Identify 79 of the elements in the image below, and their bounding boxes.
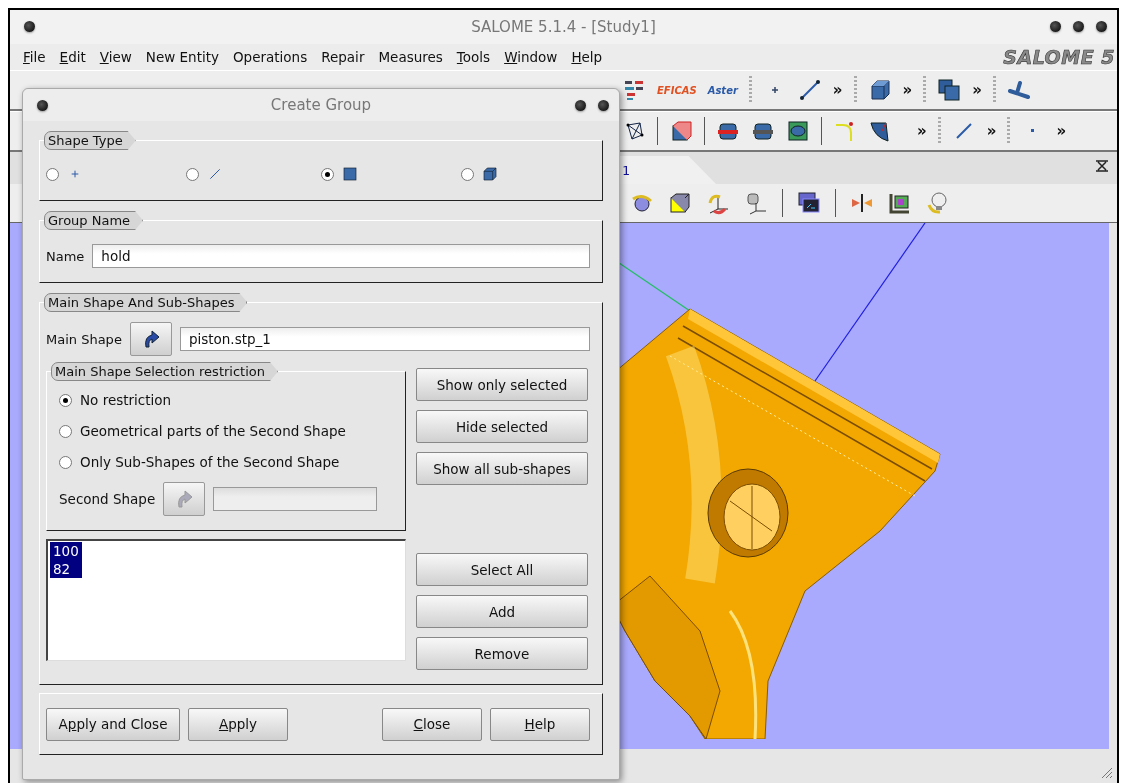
minimize-button[interactable] (1050, 21, 1061, 32)
overflow-button[interactable]: » (986, 122, 997, 140)
menu-item[interactable]: View (92, 49, 139, 65)
close-button[interactable] (1096, 21, 1107, 32)
view-button[interactable]: Show all sub-shapes (416, 452, 588, 485)
windows-icon[interactable] (797, 191, 821, 215)
name-label: Name (46, 248, 85, 264)
resize-grip-icon[interactable] (1099, 765, 1113, 779)
overflow-button[interactable]: » (972, 81, 982, 99)
mirror-icon[interactable] (850, 191, 874, 215)
dialog-title: Create Group (270, 96, 372, 114)
menu-item[interactable]: Edit (52, 49, 93, 65)
list-button[interactable]: Select All (416, 553, 588, 586)
dialog-button[interactable]: Apply (188, 707, 288, 741)
tree-icon[interactable] (622, 78, 646, 102)
dialog-button[interactable]: Help (490, 707, 590, 741)
radio-button[interactable] (186, 167, 199, 181)
name-field[interactable]: hold (92, 244, 590, 268)
menu-item[interactable]: Operations (226, 49, 315, 65)
main-shape-label: Main Shape (46, 331, 122, 347)
close-icon[interactable] (1095, 160, 1109, 172)
main-shape-field[interactable]: piston.stp_1 (179, 327, 590, 351)
list-item[interactable]: 82 (50, 560, 82, 578)
line-icon[interactable] (797, 78, 822, 102)
dialog-button[interactable]: Apply and Close (46, 707, 180, 741)
option-label: No restriction (80, 392, 172, 408)
menu-item[interactable]: Repair (314, 49, 372, 65)
group-box-title: Shape Type (44, 131, 136, 150)
square-icon[interactable] (342, 166, 358, 182)
cube-icon[interactable] (482, 166, 498, 182)
overflow-button[interactable]: » (1056, 122, 1067, 140)
group-box-title: Group Name (44, 211, 144, 230)
cubes-icon[interactable] (937, 78, 962, 102)
menu-item[interactable]: Tools (449, 49, 498, 65)
list-button[interactable]: Add (416, 595, 588, 628)
window-title: SALOME 5.1.4 - [Study1] (471, 18, 656, 36)
scale-box-icon[interactable] (888, 191, 912, 215)
pipe-icon[interactable] (1006, 78, 1031, 102)
option-label: Geometrical parts of the Second Shape (80, 423, 346, 439)
line-icon[interactable] (207, 166, 223, 182)
group-box-title: Main Shape And Sub-Shapes (44, 293, 248, 312)
group-box-title: Main Shape Selection restriction (51, 362, 278, 381)
menu-item[interactable]: File (16, 49, 53, 65)
menu-item[interactable]: New Entity (138, 49, 226, 65)
box-frame-icon[interactable] (669, 119, 693, 143)
selection-button[interactable] (129, 322, 172, 356)
view-button[interactable]: Hide selected (416, 410, 588, 443)
overflow-button[interactable]: » (917, 122, 927, 140)
window-menu-icon[interactable] (24, 21, 35, 32)
radio-button[interactable] (59, 393, 72, 407)
aster-label[interactable]: Aster (707, 84, 738, 96)
arrow-icon (175, 489, 194, 509)
view-box-icon[interactable] (668, 191, 692, 215)
logo: SALOME 5 (1003, 46, 1115, 68)
list-button[interactable]: Remove (416, 637, 588, 670)
radio-button[interactable] (59, 424, 72, 438)
maximize-button[interactable] (1073, 21, 1084, 32)
close-button[interactable] (598, 100, 609, 111)
camera-axes-icon[interactable] (744, 191, 768, 215)
overflow-button[interactable]: » (832, 81, 843, 99)
menu-item[interactable]: Window (497, 49, 565, 65)
view-button[interactable]: Show only selected (416, 368, 588, 401)
dialog-button[interactable]: Close (382, 707, 482, 741)
radio-button[interactable] (321, 167, 334, 181)
chamfer-icon[interactable] (868, 119, 892, 143)
bulb-icon[interactable] (926, 191, 950, 215)
menu-item[interactable]: Measures (371, 49, 450, 65)
radio-button[interactable] (59, 455, 72, 469)
radio-button[interactable] (46, 167, 59, 181)
id-list[interactable]: 100 82 (46, 539, 406, 661)
window-menu-icon[interactable] (37, 100, 48, 111)
list-item[interactable]: 100 (50, 542, 82, 560)
minimize-button[interactable] (575, 100, 586, 111)
shell-icon[interactable] (786, 119, 810, 143)
option-label: Only Sub-Shapes of the Second Shape (80, 454, 340, 470)
second-shape-label: Second Shape (59, 491, 156, 507)
radio-button[interactable] (461, 167, 474, 181)
overflow-button[interactable]: » (902, 81, 913, 99)
menu-item[interactable]: Help (564, 49, 610, 65)
